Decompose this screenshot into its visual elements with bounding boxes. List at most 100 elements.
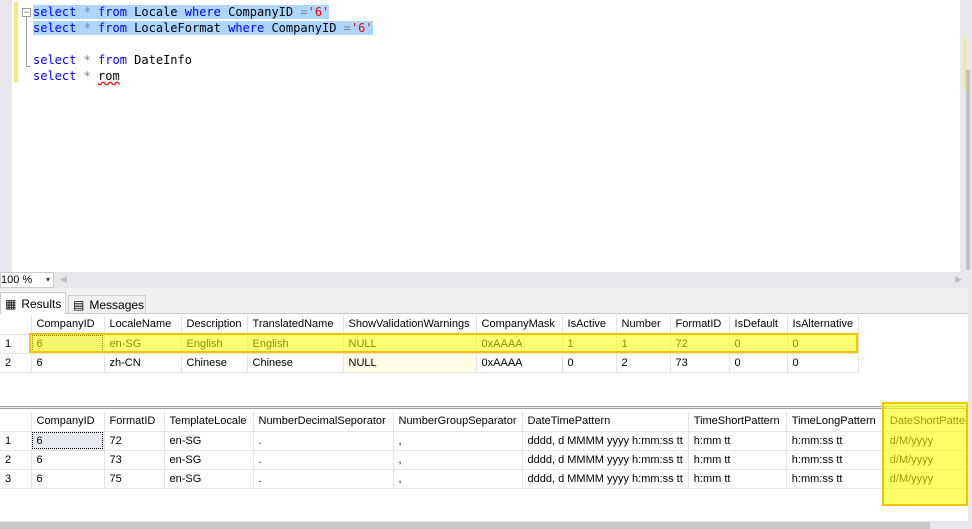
column-header[interactable]: TranslatedName [247, 315, 344, 335]
column-header[interactable]: ShowValidationWarnings [343, 315, 477, 335]
results-vertical-scrollbar[interactable] [968, 288, 972, 529]
column-header[interactable]: DateTimePattern [522, 412, 689, 432]
grid-cell[interactable]: , [393, 431, 523, 451]
column-header[interactable]: IsActive [562, 315, 617, 335]
column-header[interactable]: Number [616, 315, 671, 335]
grid-cell[interactable]: . [253, 450, 394, 470]
grid-cell[interactable]: . [253, 431, 394, 451]
grid-cell[interactable]: NULL [343, 353, 477, 373]
scroll-left-icon[interactable]: ◀ [60, 274, 67, 285]
grid-cell[interactable]: 0xAAAA [476, 353, 563, 373]
code-token: * [76, 5, 99, 19]
grid-cell[interactable]: 75 [104, 469, 165, 489]
grid-cell[interactable]: , [393, 450, 523, 470]
column-header[interactable]: FormatID [670, 315, 730, 335]
row-number[interactable]: 1 [0, 334, 32, 354]
code-token: from [98, 21, 127, 35]
grid-cell[interactable]: 73 [104, 450, 165, 470]
grid-cell[interactable]: h:mm:ss tt [786, 469, 885, 489]
column-header[interactable]: IsDefault [729, 315, 788, 335]
grid-cell[interactable]: h:mm tt [688, 450, 787, 470]
code-token: '6' [307, 5, 330, 19]
grid-cell[interactable]: h:mm:ss tt [786, 431, 885, 451]
scrollbar-thumb[interactable] [966, 70, 970, 270]
column-header[interactable]: IsAlternative [787, 315, 860, 335]
sql-code[interactable]: select * from Locale where CompanyID ='6… [33, 4, 373, 84]
messages-icon: ▤ [73, 297, 85, 312]
grid-cell[interactable]: Chinese [181, 353, 248, 373]
grid-cell[interactable]: . [253, 469, 394, 489]
column-header[interactable]: TemplateLocale [164, 412, 254, 432]
grid-corner[interactable] [0, 412, 32, 432]
table-row[interactable]: 3 6 75 en-SG., dddd, d MMMM yyyy h:mm:ss tt h… [0, 469, 972, 489]
code-line[interactable]: select * from Locale where CompanyID ='6… [33, 4, 373, 20]
column-header[interactable]: TimeShortPattern [688, 412, 787, 432]
grid-cell[interactable]: 0 [787, 353, 860, 373]
column-header[interactable]: NumberGroupSeparator [393, 412, 523, 432]
zoom-value: 100 % [1, 274, 33, 286]
code-line[interactable] [33, 36, 373, 52]
code-token: * [76, 21, 99, 35]
grid-cell[interactable]: h:mm:ss tt [786, 450, 885, 470]
column-header[interactable]: Description [181, 315, 248, 335]
code-line[interactable]: select * rom [33, 68, 373, 84]
grid-cell[interactable]: dddd, d MMMM yyyy h:mm:ss tt [522, 431, 689, 451]
column-header[interactable]: TimeLongPattern [786, 412, 885, 432]
grid-cell[interactable]: 72 [104, 431, 165, 451]
column-header[interactable]: LocaleName [104, 315, 182, 335]
grid-cell[interactable]: en-SG [164, 469, 254, 489]
tab-messages[interactable]: ▤ Messages [68, 295, 146, 314]
grid-cell[interactable]: 6 [31, 353, 105, 373]
grid-cell[interactable]: en-SG [164, 450, 254, 470]
change-tracking-bar [14, 2, 18, 82]
grid-cell[interactable]: 0 [729, 353, 788, 373]
column-header[interactable]: CompanyMask [476, 315, 563, 335]
table-row[interactable]: 2 6 73 en-SG., dddd, d MMMM yyyy h:mm:ss tt h… [0, 450, 972, 470]
grid-cell[interactable]: zh-CN [104, 353, 182, 373]
grid-corner[interactable] [0, 315, 32, 335]
code-token: LocaleFormat [126, 21, 229, 35]
grid-cell[interactable]: 6 [31, 431, 105, 451]
row-number[interactable]: 2 [0, 353, 32, 373]
zoom-dropdown[interactable]: 100 % ▾ [0, 272, 54, 288]
grid-cell[interactable]: 2 [616, 353, 671, 373]
table-row[interactable]: 1 6 72 en-SG., dddd, d MMMM yyyy h:mm:ss tt h… [0, 431, 972, 451]
collapse-icon[interactable]: − [22, 8, 31, 17]
code-token: '6' [350, 21, 373, 35]
grid-cell[interactable]: Chinese [247, 353, 344, 373]
grid-cell[interactable]: dddd, d MMMM yyyy h:mm:ss tt [522, 469, 689, 489]
horizontal-scrollbar-thumb[interactable] [0, 522, 930, 529]
code-token: where [228, 21, 265, 35]
column-header[interactable]: CompanyID [31, 315, 105, 335]
grid-cell[interactable]: en-SG [164, 431, 254, 451]
grid-splitter[interactable] [0, 406, 972, 409]
grid-cell[interactable]: 0 [562, 353, 617, 373]
code-line[interactable]: select * from LocaleFormat where Company… [33, 20, 373, 36]
row-number[interactable]: 3 [0, 469, 32, 489]
grid-cell[interactable]: 6 [31, 450, 105, 470]
editor-vertical-scrollbar[interactable] [960, 0, 972, 272]
code-token: DateInfo [126, 53, 192, 67]
row-number[interactable]: 1 [0, 431, 32, 451]
code-line[interactable]: select * from DateInfo [33, 52, 373, 68]
column-header[interactable]: NumberDecimalSeporator [253, 412, 394, 432]
results-grid-localeformat[interactable]: CompanyID FormatID TemplateLocale NumberDec… [0, 412, 972, 489]
table-row[interactable]: 2 6 zh-CN Chinese Chinese NULL 0xAAAA 0 2 73 0 0 [0, 353, 860, 373]
query-editor[interactable]: − select * from Locale where CompanyID =… [0, 0, 972, 272]
row-number[interactable]: 2 [0, 450, 32, 470]
fold-guide [26, 17, 27, 67]
code-token: Locale [126, 5, 185, 19]
code-token: from [98, 53, 127, 67]
grid-cell[interactable]: h:mm tt [688, 431, 787, 451]
grid-cell[interactable]: dddd, d MMMM yyyy h:mm:ss tt [522, 450, 689, 470]
chevron-down-icon: ▾ [45, 275, 50, 284]
grid-cell[interactable]: , [393, 469, 523, 489]
scroll-right-icon[interactable]: ▶ [955, 274, 962, 285]
column-header[interactable]: CompanyID [31, 412, 105, 432]
column-header[interactable]: FormatID [104, 412, 165, 432]
grid-cell[interactable]: 6 [31, 469, 105, 489]
fold-guide-end [26, 66, 31, 67]
grid-cell[interactable]: 73 [670, 353, 730, 373]
grid-cell[interactable]: h:mm tt [688, 469, 787, 489]
tab-results[interactable]: ▦ Results [0, 292, 66, 314]
